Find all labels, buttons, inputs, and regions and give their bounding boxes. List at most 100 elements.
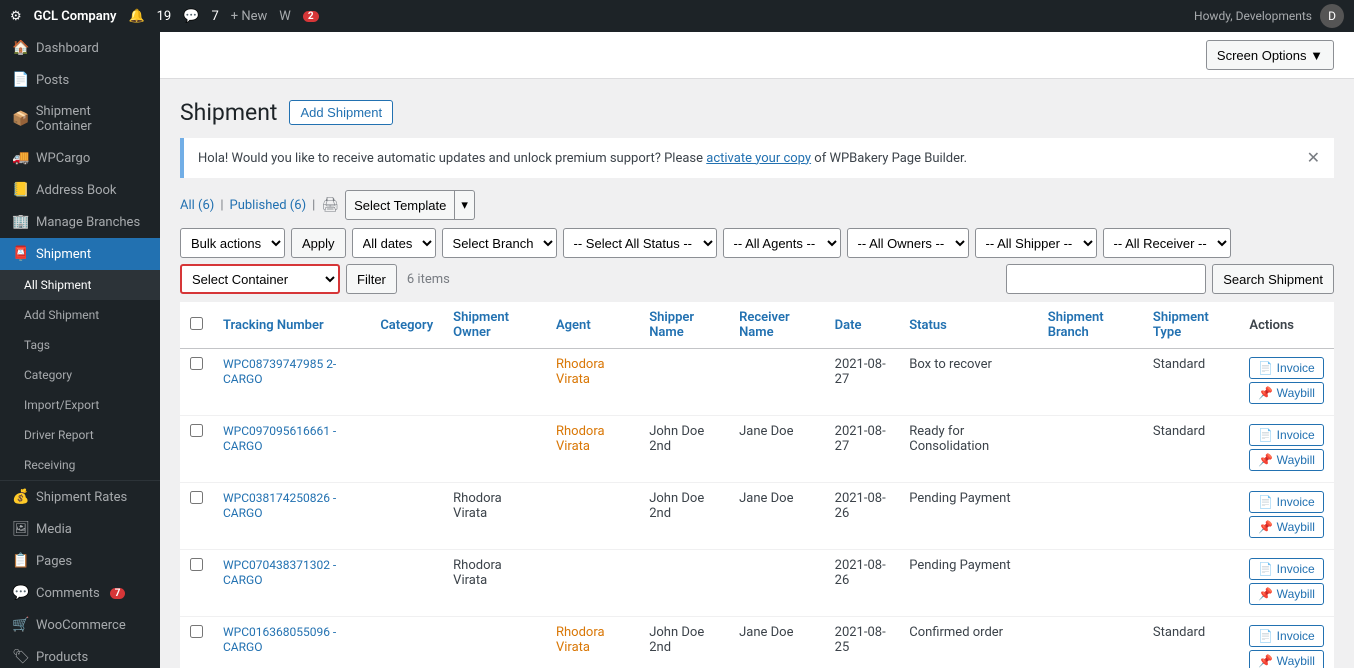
sidebar-item-posts[interactable]: 📄 Posts (0, 64, 160, 96)
apply-button[interactable]: Apply (291, 228, 346, 258)
invoice-button-3[interactable]: 📄 Invoice (1249, 558, 1323, 580)
address-book-icon: 📒 (12, 182, 30, 198)
waybill-button-2[interactable]: 📌 Waybill (1249, 516, 1324, 538)
col-agent[interactable]: Agent (546, 302, 639, 349)
notice-close-button[interactable]: ✕ (1307, 148, 1320, 168)
invoice-button-1[interactable]: 📄 Invoice (1249, 424, 1323, 446)
row-date-2: 2021-08-26 (825, 483, 900, 550)
col-date[interactable]: Date (825, 302, 900, 349)
row-category-1 (370, 416, 443, 483)
category-label: Category (24, 368, 72, 382)
row-receiver-1: Jane Doe (729, 416, 825, 483)
row-actions-3: 📄 Invoice 📌 Waybill (1239, 550, 1334, 617)
waybill-button-0[interactable]: 📌 Waybill (1249, 382, 1324, 404)
comments-icon: 💬 (12, 585, 30, 601)
all-shipper-select[interactable]: -- All Shipper -- (975, 228, 1097, 258)
sidebar-item-address-book[interactable]: 📒 Address Book (0, 174, 160, 206)
sidebar-label-wpcargo: WPCargo (36, 151, 90, 166)
sidebar-item-comments[interactable]: 💬 Comments 7 (0, 577, 160, 609)
row-checkbox-2[interactable] (190, 491, 203, 504)
row-tracking-1: WPC097095616661 -CARGO (213, 416, 370, 483)
bulk-actions-select[interactable]: Bulk actions (180, 228, 285, 258)
table-row: WPC08739747985 2-CARGO Rhodora Virata 20… (180, 349, 1334, 416)
col-owner[interactable]: Shipment Owner (443, 302, 546, 349)
col-branch[interactable]: Shipment Branch (1038, 302, 1143, 349)
sidebar-item-category[interactable]: Category (0, 360, 160, 390)
row-type-4: Standard (1143, 617, 1239, 668)
col-receiver[interactable]: Receiver Name (729, 302, 825, 349)
row-status-0: Box to recover (899, 349, 1038, 416)
tracking-link-1[interactable]: WPC097095616661 -CARGO (223, 424, 336, 453)
waybill-button-3[interactable]: 📌 Waybill (1249, 583, 1324, 605)
template-arrow-button[interactable]: ▾ (455, 190, 475, 220)
sidebar-item-dashboard[interactable]: 🏠 Dashboard (0, 32, 160, 64)
row-category-4 (370, 617, 443, 668)
sidebar-item-driver-report[interactable]: Driver Report (0, 420, 160, 450)
all-agents-select[interactable]: -- All Agents -- (723, 228, 841, 258)
comment-icon[interactable]: 💬 (183, 9, 199, 24)
filter-all-link[interactable]: All (6) (180, 198, 214, 213)
sidebar-item-wpcargo[interactable]: 🚚 WPCargo (0, 142, 160, 174)
actions-col-0: 📄 Invoice 📌 Waybill (1249, 357, 1324, 407)
add-shipment-button[interactable]: Add Shipment (289, 100, 393, 125)
sidebar-item-shipment-rates[interactable]: 💰 Shipment Rates (0, 481, 160, 513)
sidebar-item-manage-branches[interactable]: 🏢 Manage Branches (0, 206, 160, 238)
sidebar-item-woocommerce[interactable]: 🛒 WooCommerce (0, 609, 160, 641)
row-status-1: Ready for Consolidation (899, 416, 1038, 483)
col-status[interactable]: Status (899, 302, 1038, 349)
sidebar-item-receiving[interactable]: Receiving (0, 450, 160, 480)
search-input[interactable] (1006, 264, 1206, 294)
sidebar-item-tags[interactable]: Tags (0, 330, 160, 360)
row-tracking-4: WPC016368055096 -CARGO (213, 617, 370, 668)
sidebar-item-add-shipment[interactable]: Add Shipment (0, 300, 160, 330)
col-category[interactable]: Category (370, 302, 443, 349)
row-shipper-4: John Doe 2nd (639, 617, 729, 668)
filter-published-link[interactable]: Published (6) (230, 198, 307, 213)
select-template-button[interactable]: Select Template (345, 190, 455, 220)
site-name[interactable]: GCL Company (34, 9, 117, 24)
col-type[interactable]: Shipment Type (1143, 302, 1239, 349)
sidebar-item-all-shipment[interactable]: All Shipment (0, 270, 160, 300)
all-receiver-select[interactable]: -- All Receiver -- (1103, 228, 1231, 258)
notice-link[interactable]: activate your copy (706, 151, 811, 166)
sidebar-item-pages[interactable]: 📋 Pages (0, 545, 160, 577)
search-button[interactable]: Search Shipment (1212, 264, 1334, 294)
all-owners-select[interactable]: -- All Owners -- (847, 228, 969, 258)
select-all-checkbox[interactable] (190, 317, 203, 330)
row-checkbox-1[interactable] (190, 424, 203, 437)
select-branch-select[interactable]: Select Branch (442, 228, 557, 258)
select-container-select[interactable]: Select Container (180, 264, 340, 294)
tracking-link-3[interactable]: WPC070438371302 -CARGO (223, 558, 336, 587)
row-actions-1: 📄 Invoice 📌 Waybill (1239, 416, 1334, 483)
waybill-button-4[interactable]: 📌 Waybill (1249, 650, 1324, 668)
print-icon[interactable]: 🖨 (321, 197, 339, 213)
sidebar-item-media[interactable]: 🖼 Media (0, 513, 160, 545)
woocommerce-icon[interactable]: W (279, 9, 291, 24)
user-avatar[interactable]: D (1320, 4, 1344, 28)
waybill-button-1[interactable]: 📌 Waybill (1249, 449, 1324, 471)
sidebar-item-products[interactable]: 🏷 Products (0, 641, 160, 668)
col-shipper[interactable]: Shipper Name (639, 302, 729, 349)
all-status-select[interactable]: -- Select All Status -- (563, 228, 717, 258)
row-checkbox-3[interactable] (190, 558, 203, 571)
row-checkbox-4[interactable] (190, 625, 203, 638)
notice-text: Hola! Would you like to receive automati… (198, 151, 967, 166)
row-date-4: 2021-08-25 (825, 617, 900, 668)
col-tracking[interactable]: Tracking Number (213, 302, 370, 349)
row-checkbox-0[interactable] (190, 357, 203, 370)
tracking-link-0[interactable]: WPC08739747985 2-CARGO (223, 357, 336, 386)
tracking-link-4[interactable]: WPC016368055096 -CARGO (223, 625, 336, 654)
notification-icon[interactable]: 🔔 (128, 9, 144, 24)
notification-count: 19 (157, 9, 172, 24)
filter-button[interactable]: Filter (346, 264, 397, 294)
all-dates-select[interactable]: All dates (352, 228, 436, 258)
invoice-button-0[interactable]: 📄 Invoice (1249, 357, 1323, 379)
screen-options-button[interactable]: Screen Options ▼ (1206, 40, 1334, 70)
invoice-button-2[interactable]: 📄 Invoice (1249, 491, 1323, 513)
new-content-button[interactable]: + New (231, 9, 268, 24)
tracking-link-2[interactable]: WPC038174250826 -CARGO (223, 491, 336, 520)
sidebar-item-shipment[interactable]: 📮 Shipment (0, 238, 160, 270)
invoice-button-4[interactable]: 📄 Invoice (1249, 625, 1323, 647)
sidebar-item-shipment-container[interactable]: 📦 Shipment Container (0, 96, 160, 142)
sidebar-item-import-export[interactable]: Import/Export (0, 390, 160, 420)
